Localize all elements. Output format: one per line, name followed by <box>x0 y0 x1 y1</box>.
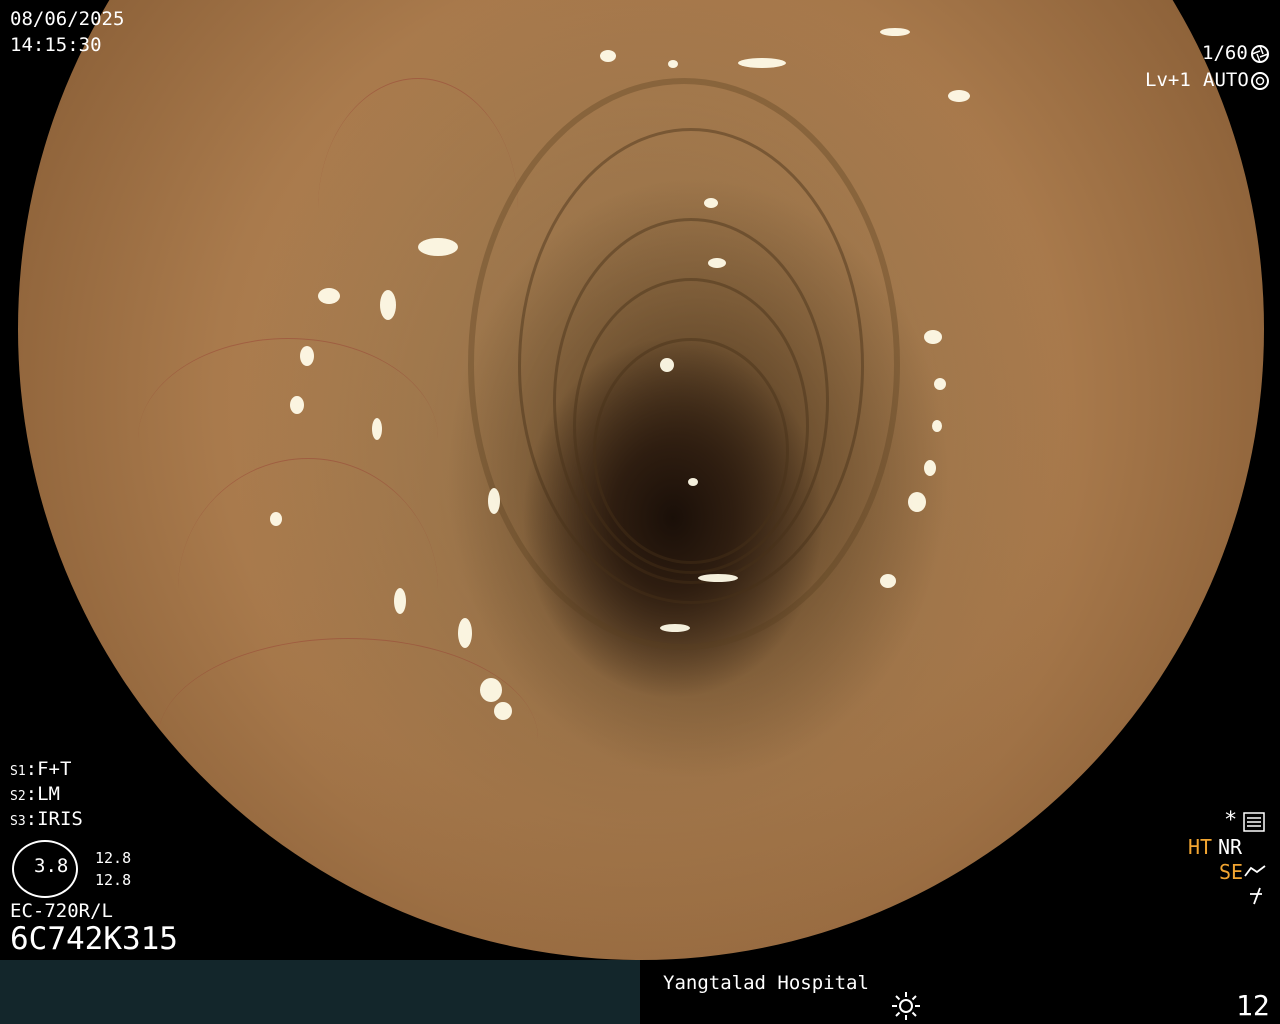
specular-highlight <box>924 460 936 476</box>
menu-settings-icon <box>1243 812 1265 832</box>
auto-iris-icon <box>1251 72 1269 90</box>
ht-indicator: HT <box>1188 835 1213 859</box>
specular-highlight <box>660 624 690 632</box>
setting-s3: S3:IRIS <box>10 808 83 830</box>
endoscope-view <box>18 0 1264 960</box>
vessel <box>158 638 538 839</box>
time-text: 14:15:30 <box>10 34 102 56</box>
asterisk-indicator: * <box>1224 808 1238 833</box>
specular-highlight <box>318 288 340 304</box>
specular-highlight <box>480 678 502 702</box>
specular-highlight <box>394 588 406 614</box>
setting-s1: S1:F+T <box>10 758 72 780</box>
specular-highlight <box>660 358 674 372</box>
specular-highlight <box>494 702 512 720</box>
specular-highlight <box>880 574 896 588</box>
specular-highlight <box>934 378 946 390</box>
specular-highlight <box>668 60 678 68</box>
date-text: 08/06/2025 <box>10 8 125 30</box>
specular-highlight <box>948 90 970 102</box>
specular-highlight <box>932 420 942 432</box>
specular-highlight <box>290 396 304 414</box>
specular-highlight <box>880 28 910 36</box>
structure-enhance-icon <box>1244 865 1266 877</box>
specular-highlight <box>418 238 458 256</box>
fold-ring <box>593 338 789 564</box>
shutter-speed: 1/60 <box>1202 42 1248 64</box>
specular-highlight <box>908 492 926 512</box>
specular-highlight <box>300 346 314 366</box>
specular-highlight <box>372 418 382 440</box>
specular-highlight <box>488 488 500 514</box>
specular-highlight <box>458 618 472 648</box>
specular-highlight <box>698 574 738 582</box>
specular-highlight <box>380 290 396 320</box>
specular-highlight <box>738 58 786 68</box>
hospital-name: Yangtalad Hospital <box>663 972 869 994</box>
specular-highlight <box>688 478 698 486</box>
lightning-icon <box>1250 887 1262 905</box>
gauge-upper-value: 12.8 <box>95 849 132 867</box>
setting-s2: S2:LM <box>10 783 60 805</box>
specular-highlight <box>924 330 942 344</box>
se-indicator: SE <box>1219 860 1244 884</box>
scope-model: EC-720R/L <box>10 900 113 922</box>
specular-highlight <box>704 198 718 208</box>
aperture-icon <box>1251 45 1269 63</box>
image-counter: 12 <box>1236 989 1270 1022</box>
vessel <box>318 78 518 339</box>
specular-highlight <box>270 512 282 526</box>
nr-indicator: NR <box>1218 835 1243 859</box>
scope-serial: 6C742K315 <box>10 921 178 957</box>
gauge-lower-value: 12.8 <box>95 871 132 889</box>
specular-highlight <box>708 258 726 268</box>
level-text: Lv+1 <box>1145 69 1191 91</box>
brightness-sun-icon <box>892 992 920 1020</box>
specular-highlight <box>600 50 616 62</box>
footer-left-bar <box>0 960 640 1024</box>
gauge-center-value: 3.8 <box>34 855 69 877</box>
mode-text: AUTO <box>1203 69 1249 91</box>
